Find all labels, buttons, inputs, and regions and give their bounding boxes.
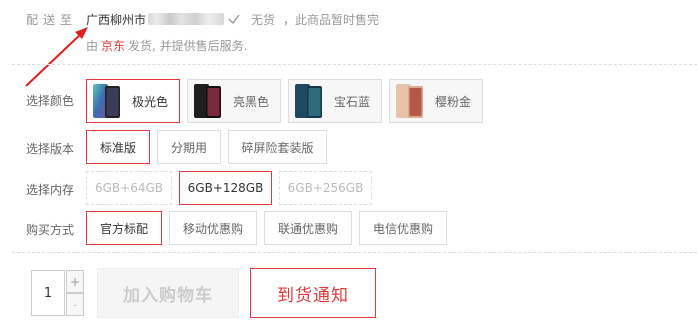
delivery-location[interactable]: 广西柳州市 bbox=[86, 11, 146, 28]
top-divider bbox=[12, 64, 697, 65]
color-label: 选择颜色 bbox=[26, 94, 75, 108]
memory-option-256gb[interactable]: 6GB+256GB bbox=[279, 171, 372, 205]
add-to-cart-button[interactable]: 加入购物车 bbox=[97, 268, 239, 318]
memory-option-64gb[interactable]: 6GB+64GB bbox=[86, 171, 172, 205]
arrival-notify-button[interactable]: 到货通知 bbox=[250, 268, 376, 318]
color-option-black[interactable]: 亮黑色 bbox=[187, 79, 281, 123]
blurred-address[interactable] bbox=[148, 13, 225, 25]
delivery-row: 配送至 广西柳州市 无货 ，此商品暂时售完 bbox=[26, 11, 379, 27]
phone-thumbnail-icon bbox=[393, 82, 429, 120]
memory-label: 选择内存 bbox=[26, 183, 75, 197]
quantity-input[interactable]: 1 bbox=[31, 270, 65, 316]
purchase-label: 购买方式 bbox=[26, 223, 75, 237]
color-option-label: 亮黑色 bbox=[233, 94, 270, 109]
purchase-option-unicom[interactable]: 联通优惠购 bbox=[264, 211, 352, 245]
stock-note: ，此商品暂时售完 bbox=[283, 12, 380, 27]
color-option-label: 樱粉金 bbox=[435, 94, 472, 109]
memory-option-128gb[interactable]: 6GB+128GB bbox=[179, 171, 272, 205]
color-option-aurora[interactable]: 极光色 bbox=[86, 79, 180, 123]
delivery-label: 配送至 bbox=[26, 12, 78, 27]
quantity-increase-button[interactable]: + bbox=[66, 270, 84, 293]
service-suffix: 发货, 并提供售后服务. bbox=[128, 39, 248, 53]
purchase-option-telecom[interactable]: 电信优惠购 bbox=[359, 211, 447, 245]
quantity-decrease-button[interactable]: - bbox=[66, 293, 84, 316]
stock-status: 无货 bbox=[251, 12, 276, 27]
color-option-pink-gold[interactable]: 樱粉金 bbox=[389, 79, 483, 123]
service-row: 由京东 发货, 并提供售后服务. bbox=[86, 37, 247, 54]
color-option-label: 宝石蓝 bbox=[334, 94, 371, 109]
bottom-divider bbox=[12, 252, 697, 253]
phone-thumbnail-icon bbox=[90, 82, 126, 120]
shop-link[interactable]: 京东 bbox=[101, 39, 125, 53]
service-prefix: 由 bbox=[86, 39, 99, 53]
color-option-label: 极光色 bbox=[132, 94, 169, 109]
version-option-screen-insurance[interactable]: 碎屏险套装版 bbox=[228, 130, 327, 164]
phone-thumbnail-icon bbox=[191, 82, 227, 120]
color-option-blue[interactable]: 宝石蓝 bbox=[288, 79, 382, 123]
chevron-down-icon[interactable] bbox=[227, 12, 241, 26]
version-label: 选择版本 bbox=[26, 142, 75, 156]
phone-thumbnail-icon bbox=[292, 82, 328, 120]
purchase-option-official[interactable]: 官方标配 bbox=[86, 211, 162, 245]
version-option-standard[interactable]: 标准版 bbox=[86, 130, 150, 164]
purchase-option-mobile[interactable]: 移动优惠购 bbox=[169, 211, 257, 245]
version-option-installment[interactable]: 分期用 bbox=[157, 130, 221, 164]
